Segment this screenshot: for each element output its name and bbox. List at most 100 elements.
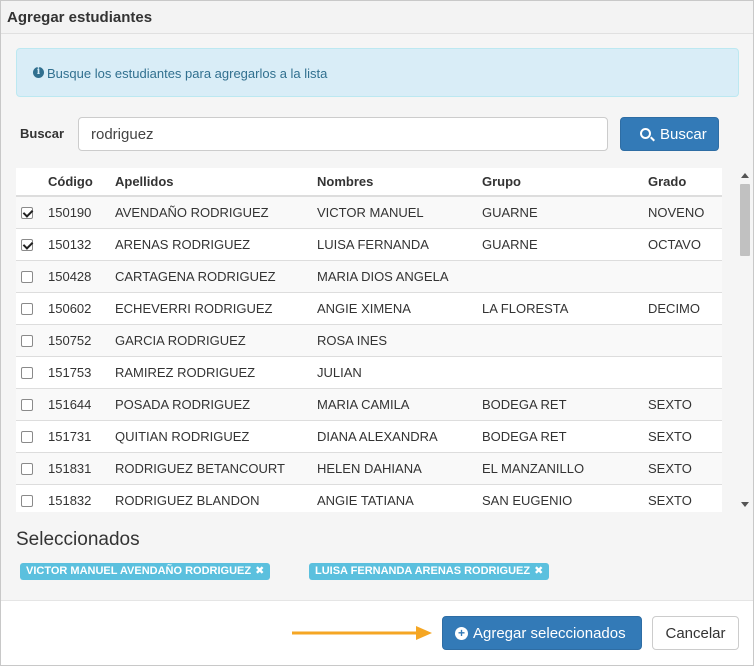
cell-grado: SEXTO bbox=[648, 387, 722, 420]
search-input[interactable] bbox=[78, 117, 608, 151]
table-row[interactable]: 150132 ARENAS RODRIGUEZ LUISA FERNANDA GUAR… bbox=[16, 227, 722, 260]
search-label: Buscar bbox=[20, 126, 65, 141]
cell-apellidos: ARENAS RODRIGUEZ bbox=[115, 227, 317, 260]
cell-codigo: 151644 bbox=[48, 387, 115, 420]
add-selected-button[interactable]: + Agregar seleccionados bbox=[442, 616, 642, 650]
remove-tag-icon[interactable]: ✖ bbox=[255, 565, 264, 577]
cell-codigo: 150132 bbox=[48, 227, 115, 260]
cell-grado: DECIMO bbox=[648, 291, 722, 324]
row-checkbox[interactable] bbox=[21, 463, 33, 476]
header-select bbox=[16, 168, 48, 197]
row-checkbox[interactable] bbox=[21, 335, 33, 348]
cell-grupo bbox=[482, 259, 648, 292]
dialog-title: Agregar estudiantes bbox=[7, 9, 153, 26]
cell-grupo: GUARNE bbox=[482, 227, 648, 260]
row-checkbox[interactable] bbox=[21, 399, 33, 412]
cell-codigo: 151753 bbox=[48, 355, 115, 388]
cell-nombres: JULIAN bbox=[317, 355, 482, 388]
scroll-thumb[interactable] bbox=[740, 184, 750, 256]
selected-tag: VICTOR MANUEL AVENDAÑO RODRIGUEZ ✖ bbox=[20, 563, 271, 580]
add-students-dialog: Agregar estudiantes i Busque los estudia… bbox=[0, 0, 754, 666]
cell-nombres: MARIA DIOS ANGELA bbox=[317, 259, 482, 292]
table-row[interactable]: 150428 CARTAGENA RODRIGUEZ MARIA DIOS ANGE… bbox=[16, 259, 722, 292]
row-checkbox[interactable] bbox=[21, 367, 33, 380]
cell-apellidos: POSADA RODRIGUEZ bbox=[115, 387, 317, 420]
cancel-label: Cancelar bbox=[665, 625, 726, 642]
table-row[interactable]: 151753 RAMIREZ RODRIGUEZ JULIAN bbox=[16, 355, 722, 388]
cell-codigo: 150190 bbox=[48, 195, 115, 228]
cell-nombres: HELEN DAHIANA bbox=[317, 451, 482, 484]
cell-nombres: MARIA CAMILA bbox=[317, 387, 482, 420]
pointer-arrow-icon bbox=[292, 626, 432, 640]
cell-nombres: ROSA INES bbox=[317, 323, 482, 356]
row-checkbox[interactable] bbox=[21, 495, 33, 508]
cell-grado: SEXTO bbox=[648, 451, 722, 484]
scroll-up-arrow-icon[interactable] bbox=[741, 173, 749, 178]
search-button[interactable]: Buscar bbox=[620, 117, 719, 151]
cell-apellidos: QUITIAN RODRIGUEZ bbox=[115, 419, 317, 452]
cell-grupo bbox=[482, 323, 648, 356]
add-selected-label: Agregar seleccionados bbox=[473, 625, 626, 642]
scroll-down-arrow-icon[interactable] bbox=[741, 502, 749, 507]
cell-grado bbox=[648, 355, 722, 388]
table-row[interactable]: 151644 POSADA RODRIGUEZ MARIA CAMILA BODEGA… bbox=[16, 387, 722, 420]
select-cell bbox=[16, 323, 48, 356]
cell-grupo bbox=[482, 355, 648, 388]
cell-nombres: LUISA FERNANDA bbox=[317, 227, 482, 260]
select-cell bbox=[16, 227, 48, 260]
cell-grado bbox=[648, 323, 722, 356]
cell-apellidos: CARTAGENA RODRIGUEZ bbox=[115, 259, 317, 292]
selected-tag: LUISA FERNANDA ARENAS RODRIGUEZ ✖ bbox=[309, 563, 550, 580]
select-cell bbox=[16, 195, 48, 228]
cell-grado bbox=[648, 259, 722, 292]
footer-divider bbox=[1, 600, 753, 601]
cell-apellidos: RAMIREZ RODRIGUEZ bbox=[115, 355, 317, 388]
cell-grado: SEXTO bbox=[648, 483, 722, 512]
cell-codigo: 150602 bbox=[48, 291, 115, 324]
table-row[interactable]: 150752 GARCIA RODRIGUEZ ROSA INES bbox=[16, 323, 722, 356]
table-row[interactable]: 150602 ECHEVERRI RODRIGUEZ ANGIE XIMENA LA … bbox=[16, 291, 722, 324]
cell-grupo: EL MANZANILLO bbox=[482, 451, 648, 484]
row-checkbox[interactable] bbox=[21, 431, 33, 444]
header-apellidos[interactable]: Apellidos bbox=[115, 168, 317, 197]
cell-codigo: 151731 bbox=[48, 419, 115, 452]
cell-apellidos: RODRIGUEZ BLANDON bbox=[115, 483, 317, 512]
plus-circle-icon: + bbox=[455, 627, 468, 640]
table-row[interactable]: 151831 RODRIGUEZ BETANCOURT HELEN DAHIANA E… bbox=[16, 451, 722, 484]
cell-grupo: BODEGA RET bbox=[482, 387, 648, 420]
header-codigo[interactable]: Código bbox=[48, 168, 115, 197]
cell-apellidos: AVENDAÑO RODRIGUEZ bbox=[115, 195, 317, 228]
cell-nombres: ANGIE XIMENA bbox=[317, 291, 482, 324]
select-cell bbox=[16, 259, 48, 292]
remove-tag-icon[interactable]: ✖ bbox=[534, 565, 543, 577]
header-grado[interactable]: Grado bbox=[648, 168, 722, 197]
select-cell bbox=[16, 451, 48, 484]
cell-codigo: 151832 bbox=[48, 483, 115, 512]
row-checkbox[interactable] bbox=[21, 239, 33, 252]
row-checkbox[interactable] bbox=[21, 207, 33, 220]
header-nombres[interactable]: Nombres bbox=[317, 168, 482, 197]
cell-grado: NOVENO bbox=[648, 195, 722, 228]
search-icon bbox=[640, 128, 651, 139]
table-header-row: Código Apellidos Nombres Grupo Grado bbox=[16, 168, 722, 197]
table-row[interactable]: 150190 AVENDAÑO RODRIGUEZ VICTOR MANUEL GUA… bbox=[16, 195, 722, 228]
selected-heading: Seleccionados bbox=[16, 529, 140, 550]
search-button-label: Buscar bbox=[660, 126, 707, 143]
header-grupo[interactable]: Grupo bbox=[482, 168, 648, 197]
info-alert: i Busque los estudiantes para agregarlos… bbox=[16, 48, 739, 97]
table-row[interactable]: 151731 QUITIAN RODRIGUEZ DIANA ALEXANDRA BO… bbox=[16, 419, 722, 452]
select-cell bbox=[16, 355, 48, 388]
cell-nombres: VICTOR MANUEL bbox=[317, 195, 482, 228]
row-checkbox[interactable] bbox=[21, 303, 33, 316]
row-checkbox[interactable] bbox=[21, 271, 33, 284]
table-row[interactable]: 151832 RODRIGUEZ BLANDON ANGIE TATIANA SAN … bbox=[16, 483, 722, 512]
dialog-header: Agregar estudiantes bbox=[1, 1, 753, 34]
selected-tag-label: VICTOR MANUEL AVENDAÑO RODRIGUEZ bbox=[26, 565, 252, 577]
table-scrollbar[interactable] bbox=[738, 168, 752, 512]
cell-nombres: DIANA ALEXANDRA bbox=[317, 419, 482, 452]
select-cell bbox=[16, 483, 48, 512]
students-table: Código Apellidos Nombres Grupo Grado 150… bbox=[16, 168, 722, 512]
cancel-button[interactable]: Cancelar bbox=[652, 616, 739, 650]
cell-grupo: SAN EUGENIO bbox=[482, 483, 648, 512]
cell-grado: OCTAVO bbox=[648, 227, 722, 260]
